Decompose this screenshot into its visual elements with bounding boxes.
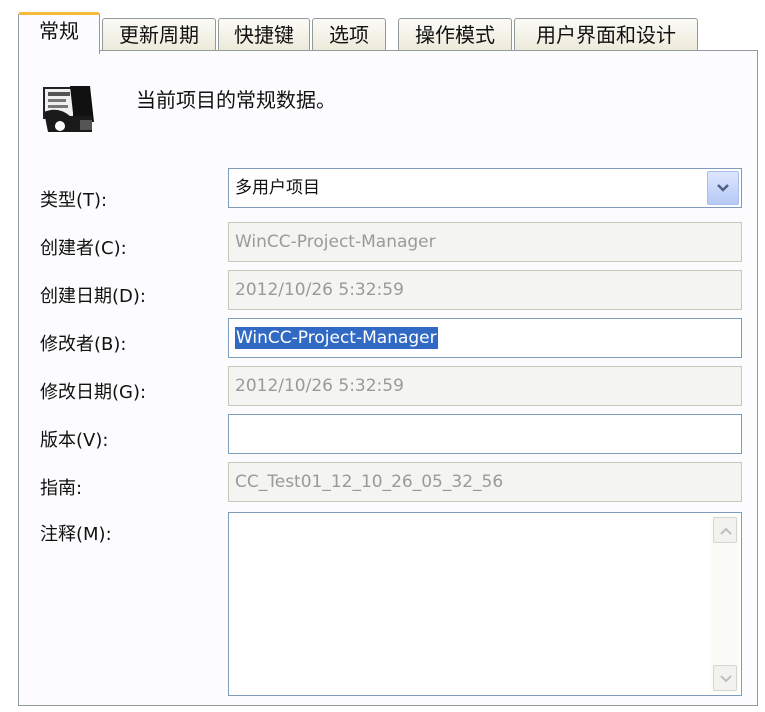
guide-label: 指南: — [40, 478, 83, 499]
notes-label: 注释(M): — [40, 524, 112, 545]
header-description: 当前项目的常规数据。 — [136, 88, 336, 112]
notes-scrollbar[interactable] — [711, 515, 739, 693]
tab-operation-mode[interactable]: 操作模式 — [398, 18, 512, 52]
type-select[interactable]: 多用户项目 — [228, 168, 742, 208]
modifier-field[interactable]: WinCC-Project-Manager — [228, 318, 742, 358]
creator-label: 创建者(C): — [40, 238, 127, 259]
creator-field: WinCC-Project-Manager — [228, 222, 742, 262]
created-date-label: 创建日期(D): — [40, 286, 146, 307]
type-select-value: 多用户项目 — [235, 178, 320, 198]
modified-date-label: 修改日期(G): — [40, 382, 147, 403]
scroll-down-icon[interactable] — [713, 665, 737, 691]
project-properties-icon — [40, 82, 110, 142]
modifier-label: 修改者(B): — [40, 334, 127, 355]
guide-field: CC_Test01_12_10_26_05_32_56 — [228, 462, 742, 502]
tab-ui-design[interactable]: 用户界面和设计 — [514, 18, 698, 52]
notes-textarea[interactable] — [228, 512, 742, 696]
tab-options[interactable]: 选项 — [312, 18, 386, 52]
version-field[interactable] — [228, 414, 742, 454]
tab-general[interactable]: 常规 — [18, 12, 100, 54]
project-properties-dialog: 更新周期 快捷键 选项 操作模式 用户界面和设计 常规 当前项目的常规数据。 类… — [0, 0, 765, 712]
type-label: 类型(T): — [40, 190, 108, 211]
tab-shortcuts[interactable]: 快捷键 — [218, 18, 310, 52]
modified-date-field: 2012/10/26 5:32:59 — [228, 366, 742, 406]
chevron-down-icon[interactable] — [707, 171, 739, 205]
created-date-field: 2012/10/26 5:32:59 — [228, 270, 742, 310]
scroll-up-icon[interactable] — [713, 517, 737, 543]
tab-update-cycle[interactable]: 更新周期 — [102, 18, 216, 52]
version-label: 版本(V): — [40, 430, 109, 451]
tab-bar: 更新周期 快捷键 选项 操作模式 用户界面和设计 常规 — [18, 10, 758, 54]
modifier-selected-text: WinCC-Project-Manager — [235, 327, 438, 349]
